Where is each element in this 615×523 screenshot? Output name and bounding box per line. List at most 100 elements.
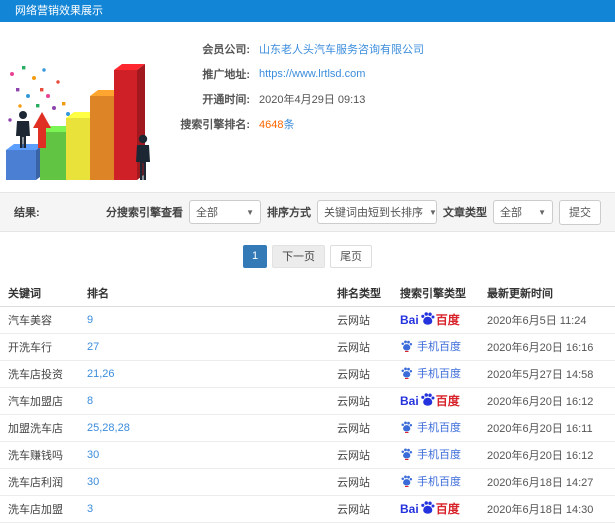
rank-type-cell: 云网站 [337, 314, 370, 327]
table-row: 汽车美容 9 云网站 Bai 百度 2020年6月5日 11:24 [0, 306, 615, 333]
rank-cell: 21,26 [87, 360, 337, 387]
baidu-pc-logo: Bai 百度 [400, 392, 460, 409]
engine-type-cell: 手机百度 [400, 441, 487, 468]
mobile-baidu-label: 手机百度 [417, 475, 461, 488]
bar-blue [6, 144, 44, 180]
chevron-down-icon: ▼ [246, 207, 254, 217]
rank-count-label: 搜索引擎排名: [180, 118, 250, 131]
rank-link[interactable]: 3 [87, 503, 93, 515]
info-row-rank-count: 搜索引擎排名: 4648条 [162, 111, 615, 136]
baidu-logo-baidu-text: 百度 [435, 313, 460, 327]
article-type-value: 全部 [500, 207, 522, 219]
mobile-baidu-label: 手机百度 [417, 340, 461, 353]
header-rank-type: 排名类型 [337, 287, 381, 300]
engine-filter-select[interactable]: 全部 ▼ [189, 200, 261, 224]
rank-link[interactable]: 21,26 [87, 368, 115, 380]
update-time-cell: 2020年6月20日 16:16 [487, 341, 594, 354]
baidu-mobile-logo: 手机百度 [400, 365, 461, 381]
result-label: 结果: [14, 207, 40, 219]
mobile-baidu-paw-icon [400, 366, 413, 380]
rank-link[interactable]: 27 [87, 341, 99, 353]
rank-count-value[interactable]: 4648条 [259, 116, 294, 132]
mobile-baidu-paw-icon [400, 339, 413, 353]
engine-type-cell: Bai 百度 [400, 387, 487, 414]
mobile-baidu-paw-icon [400, 474, 413, 488]
update-time-cell: 2020年6月18日 14:30 [487, 503, 594, 516]
baidu-mobile-logo: 手机百度 [400, 419, 461, 435]
baidu-logo-bai-text: Bai [400, 312, 419, 327]
last-page-button[interactable]: 尾页 [330, 245, 373, 268]
table-row: 洗车店投资 21,26 云网站 手机百度 2020年5月27日 14:58 [0, 360, 615, 387]
baidu-mobile-logo: 手机百度 [400, 338, 461, 354]
promo-url-link[interactable]: https://www.lrtlsd.com [259, 68, 365, 80]
mobile-baidu-label: 手机百度 [417, 421, 461, 434]
rank-type-cell: 云网站 [337, 368, 370, 381]
page-header: 网络营销效果展示 [0, 0, 615, 22]
promo-url-label: 推广地址: [202, 68, 250, 81]
update-time-cell: 2020年6月5日 11:24 [487, 314, 587, 327]
open-time-label: 开通时间: [202, 93, 250, 106]
baidu-logo-baidu-text: 百度 [435, 394, 460, 408]
header-keyword: 关键词 [8, 287, 41, 300]
chevron-down-icon: ▼ [538, 207, 546, 217]
growth-chart-graphic [6, 64, 150, 180]
rank-link[interactable]: 30 [87, 449, 99, 461]
keyword-cell: 洗车赚钱吗 [8, 449, 63, 462]
next-page-button[interactable]: 下一页 [272, 245, 326, 268]
page-title: 网络营销效果展示 [15, 5, 103, 17]
header-engine-type: 搜索引擎类型 [400, 287, 466, 300]
update-time-cell: 2020年6月20日 16:12 [487, 395, 594, 408]
filter-controls: 分搜索引擎查看 全部 ▼ 排序方式 关键词由短到长排序 ▼ 文章类型 全部 ▼ … [106, 199, 601, 225]
table-row: 开洗车行 27 云网站 手机百度 2020年6月20日 16:16 [0, 333, 615, 360]
keyword-cell: 洗车店投资 [8, 368, 63, 381]
pagination: 1 下一页 尾页 [0, 245, 615, 268]
keyword-cell: 开洗车行 [8, 341, 52, 354]
update-time-cell: 2020年6月18日 14:27 [487, 476, 594, 489]
rank-cell: 9 [87, 306, 337, 333]
rank-cell: 30 [87, 468, 337, 495]
page-1-button[interactable]: 1 [242, 245, 268, 268]
rank-type-cell: 云网站 [337, 395, 370, 408]
engine-type-cell: 手机百度 [400, 468, 487, 495]
update-time-cell: 2020年6月20日 16:11 [487, 422, 593, 435]
mobile-baidu-paw-icon [400, 447, 413, 461]
rank-cell: 8 [87, 387, 337, 414]
baidu-mobile-logo: 手机百度 [400, 473, 461, 489]
header-update-time: 最新更新时间 [487, 287, 553, 300]
rank-link[interactable]: 30 [87, 476, 99, 488]
article-type-select[interactable]: 全部 ▼ [493, 200, 553, 224]
rank-type-cell: 云网站 [337, 503, 370, 516]
baidu-logo-bai-text: Bai [400, 501, 419, 516]
rank-cell: 27 [87, 333, 337, 360]
sort-value: 关键词由短到长排序 [324, 207, 423, 219]
rank-link[interactable]: 9 [87, 314, 93, 326]
submit-button[interactable]: 提交 [559, 199, 601, 225]
engine-filter-value: 全部 [196, 207, 218, 219]
rank-type-cell: 云网站 [337, 341, 370, 354]
rank-count-unit: 条 [283, 118, 295, 131]
article-type-label: 文章类型 [443, 207, 487, 219]
info-row-open-time: 开通时间: 2020年4月29日 09:13 [162, 86, 615, 111]
update-time-cell: 2020年5月27日 14:58 [487, 368, 594, 381]
table-row: 洗车赚钱吗 30 云网站 手机百度 2020年6月20日 16:12 [0, 441, 615, 468]
ranking-table: 关键词 排名 排名类型 搜索引擎类型 最新更新时间 汽车美容 9 云网站 Bai… [0, 280, 615, 523]
keyword-cell: 洗车店利润 [8, 476, 63, 489]
rank-cell: 25,28,28 [87, 414, 337, 441]
company-link[interactable]: 山东老人头汽车服务咨询有限公司 [259, 41, 424, 57]
baidu-logo-baidu-text: 百度 [435, 502, 460, 516]
keyword-cell: 汽车加盟店 [8, 395, 63, 408]
mobile-baidu-label: 手机百度 [417, 448, 461, 461]
sort-label: 排序方式 [267, 207, 311, 219]
baidu-paw-icon [420, 311, 435, 326]
keyword-cell: 汽车美容 [8, 314, 52, 327]
sort-select[interactable]: 关键词由短到长排序 ▼ [317, 200, 437, 224]
baidu-mobile-logo: 手机百度 [400, 446, 461, 462]
mobile-baidu-label: 手机百度 [417, 367, 461, 380]
rank-type-cell: 云网站 [337, 422, 370, 435]
bar-chart-illustration [0, 30, 162, 188]
table-header-row: 关键词 排名 排名类型 搜索引擎类型 最新更新时间 [0, 280, 615, 306]
rank-link[interactable]: 25,28,28 [87, 422, 130, 434]
chevron-down-icon: ▼ [429, 207, 437, 217]
rank-link[interactable]: 8 [87, 395, 93, 407]
businessman-left [16, 111, 30, 148]
